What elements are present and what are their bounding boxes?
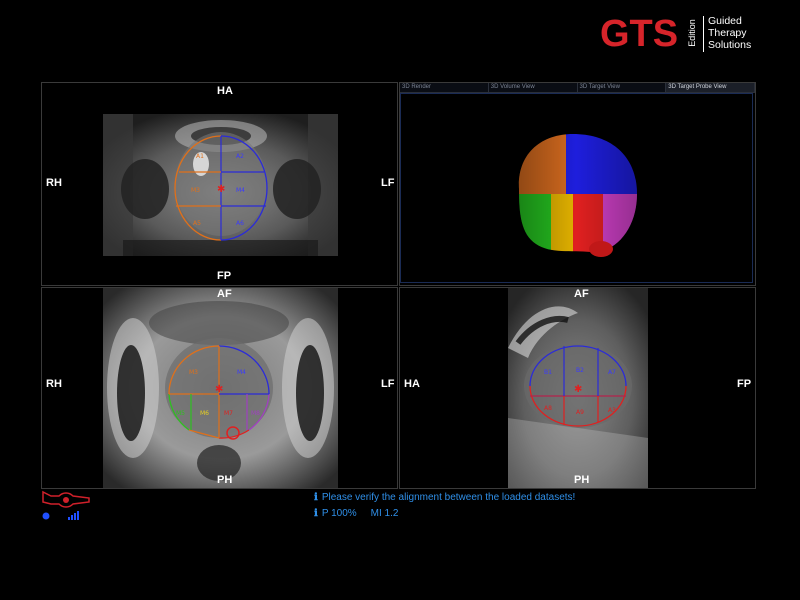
coronal-mri-image: ✱ M3 M4 M5 M6 M7 M8 — [103, 288, 338, 488]
orientation-right: LF — [381, 378, 395, 390]
zone-label: A6 — [236, 220, 244, 227]
zone-label: M5 — [176, 410, 185, 417]
orientation-top: AF — [217, 288, 232, 300]
orientation-left: HA — [404, 378, 420, 390]
zone-label: A5 — [193, 220, 201, 227]
3d-viewport[interactable]: 3D Render 3D Volume View 3D Target View … — [399, 82, 756, 286]
zone-label: A3 — [608, 407, 616, 414]
coronal-viewport[interactable]: ✱ M3 M4 M5 M6 M7 M8 AF PH RH LF — [41, 287, 398, 489]
logo-tagline: Guided Therapy Solutions — [708, 15, 751, 51]
tab-3d-render[interactable]: 3D Render — [400, 83, 489, 93]
sagittal-mri-image: ✱ B1 B2 A7 A8 A9 A3 — [508, 288, 648, 488]
orientation-left: RH — [46, 177, 62, 189]
signal-bars-icon — [68, 511, 79, 520]
zone-label: A9 — [576, 409, 584, 416]
logo-tagline-line: Guided — [708, 15, 742, 27]
orientation-top: HA — [217, 85, 233, 97]
logo-tagline-line: Therapy — [708, 27, 747, 39]
status-readout: ℹP 100% MI 1.2 — [314, 508, 398, 519]
3d-render-area[interactable] — [400, 93, 753, 283]
brand-logo: GTS Edition Guided Therapy Solutions — [600, 14, 770, 54]
target-marker: ✱ — [215, 384, 223, 395]
zone-label: M4 — [236, 187, 245, 194]
mi-readout: MI 1.2 — [370, 508, 399, 519]
orientation-bottom: PH — [217, 474, 233, 486]
logo-edition: Edition — [686, 19, 697, 47]
logo-divider — [703, 16, 704, 52]
logo-tagline-line: Solutions — [708, 39, 752, 51]
zone-label: A1 — [196, 153, 204, 160]
zone-label: M8 — [251, 410, 260, 417]
zone-label: A7 — [608, 369, 616, 376]
axial-mri-image: ✱ A1 A2 M3 M4 A5 A6 — [103, 114, 338, 256]
orientation-right: LF — [381, 177, 395, 189]
orientation-left: RH — [46, 378, 62, 390]
tab-3d-volume-view[interactable]: 3D Volume View — [488, 83, 578, 93]
info-icon: ℹ — [314, 492, 318, 503]
tab-3d-target-probe-view[interactable]: 3D Target Probe View — [666, 83, 755, 93]
orientation-bottom: FP — [217, 270, 232, 282]
info-icon: ℹ — [314, 508, 318, 519]
zone-label: M7 — [224, 410, 233, 417]
indicator-dot-icon — [42, 512, 50, 520]
3d-prostate-model — [518, 134, 637, 257]
orientation-top: AF — [574, 288, 589, 300]
axial-viewport[interactable]: ✱ A1 A2 M3 M4 A5 A6 HA FP RH LF — [41, 82, 398, 286]
zone-label: B2 — [576, 367, 584, 374]
zone-label: M4 — [237, 369, 246, 376]
target-marker: ✱ — [574, 384, 582, 395]
orientation-right: FP — [737, 378, 752, 390]
orientation-bottom: PH — [574, 474, 590, 486]
zone-label: B1 — [544, 369, 552, 376]
tab-3d-target-view[interactable]: 3D Target View — [577, 83, 667, 93]
logo-brand-text: GTS — [600, 13, 679, 55]
power-readout: P 100% — [321, 508, 357, 519]
zone-label: M6 — [200, 410, 209, 417]
status-message-text: Please verify the alignment between the … — [321, 492, 576, 503]
status-message: ℹ Please verify the alignment between the… — [314, 492, 575, 503]
zone-label: M3 — [191, 187, 200, 194]
zone-label: A8 — [544, 405, 552, 412]
sagittal-viewport[interactable]: ✱ B1 B2 A7 A8 A9 A3 AF PH HA FP — [399, 287, 756, 489]
zone-label: A2 — [236, 153, 244, 160]
zone-label: M3 — [189, 369, 198, 376]
view-tabs: 3D Render 3D Volume View 3D Target View … — [400, 83, 755, 93]
target-marker: ✱ — [217, 184, 225, 195]
